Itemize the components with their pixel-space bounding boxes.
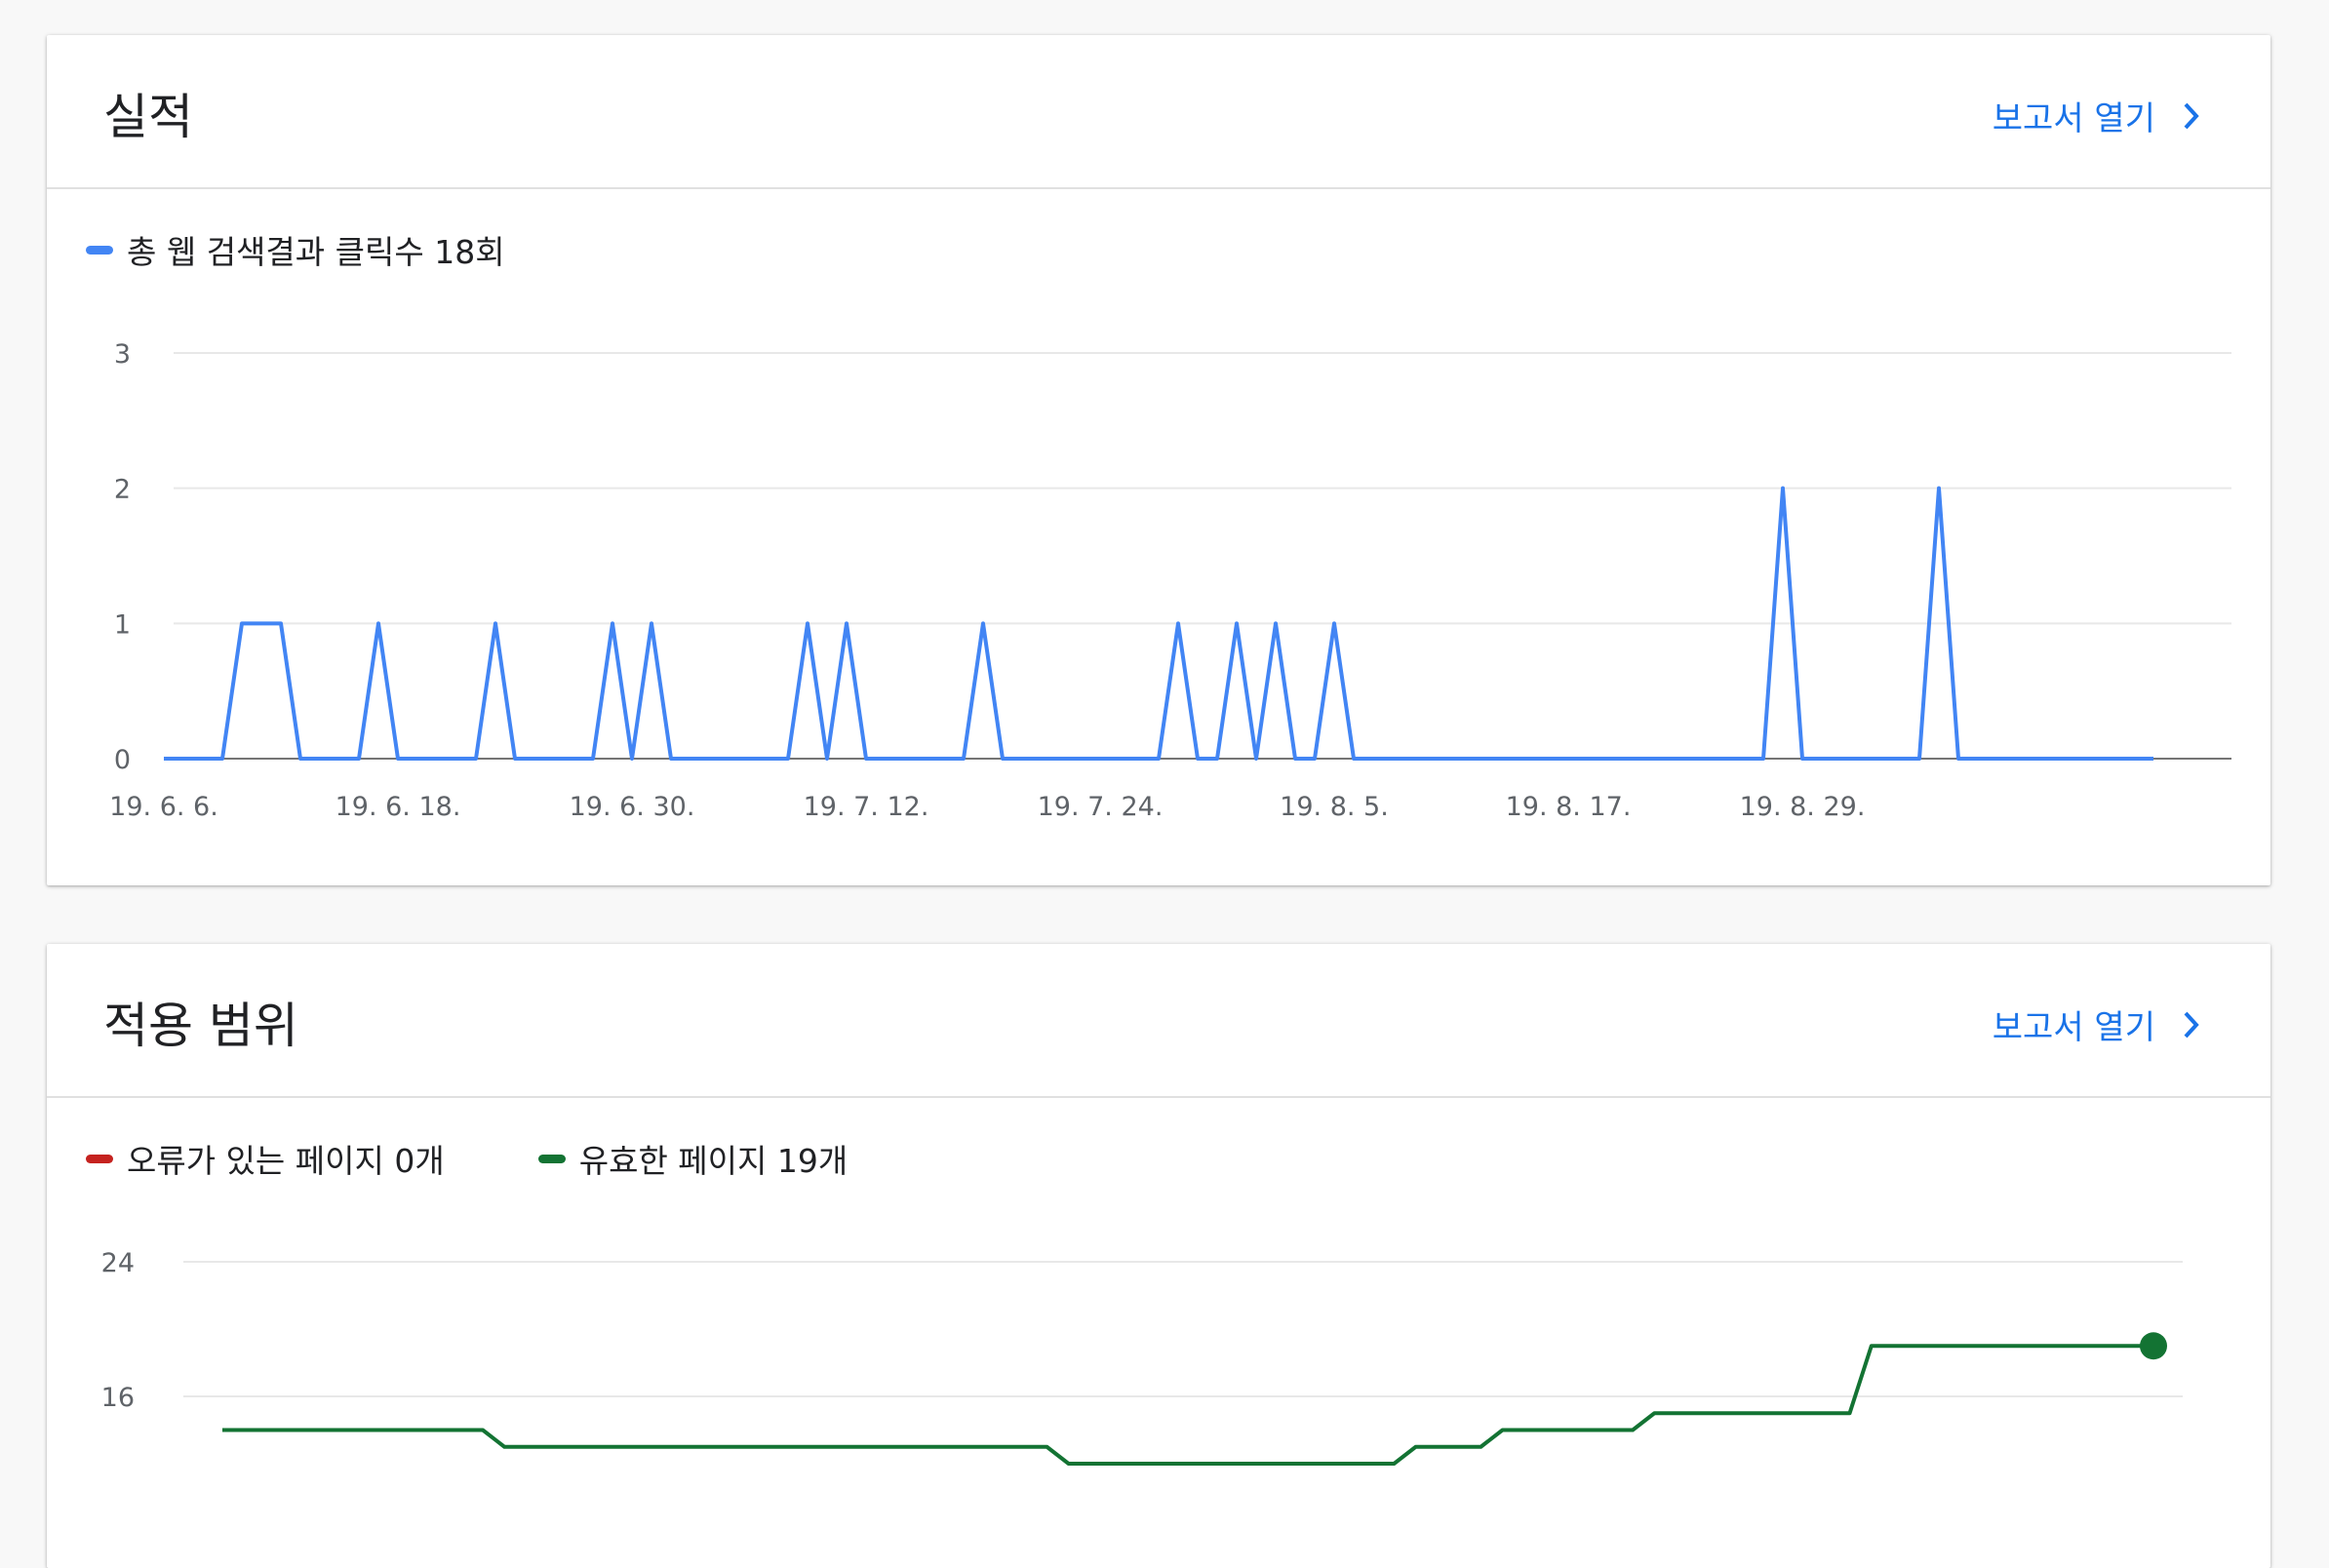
y-tick-label: 2 <box>114 475 131 505</box>
y-tick-label: 0 <box>114 745 131 775</box>
x-tick-label: 19. 8. 5. <box>1280 792 1389 822</box>
series-line-valid-pages <box>222 1344 2153 1466</box>
coverage-chart: 1624 <box>101 1248 2183 1466</box>
y-tick-label: 3 <box>114 339 131 370</box>
y-tick-label: 24 <box>101 1248 135 1278</box>
y-tick-label: 16 <box>101 1383 135 1413</box>
x-tick-label: 19. 6. 30. <box>570 792 695 822</box>
x-tick-label: 19. 8. 29. <box>1740 792 1866 822</box>
x-tick-label: 19. 8. 17. <box>1506 792 1632 822</box>
y-tick-label: 1 <box>114 609 131 640</box>
performance-chart: 0 1 2 3 19. 6. 6. 19. 6. 18. 19. 6. 30. 19. 7. … <box>109 339 2231 822</box>
series-endpoint-valid-pages <box>2140 1332 2167 1360</box>
coverage-card: 적용 범위 보고서 열기 오류가 있는 페이지 0개 유효한 페이지 19개 1… <box>47 944 2270 1568</box>
x-tick-label: 19. 6. 18. <box>336 792 461 822</box>
x-tick-label: 19. 6. 6. <box>109 792 218 822</box>
x-tick-label: 19. 7. 12. <box>804 792 929 822</box>
x-tick-label: 19. 7. 24. <box>1038 792 1164 822</box>
performance-card: 실적 보고서 열기 총 웹 검색결과 클릭수 18회 0 1 2 3 19. 6. 6.… <box>47 35 2270 885</box>
